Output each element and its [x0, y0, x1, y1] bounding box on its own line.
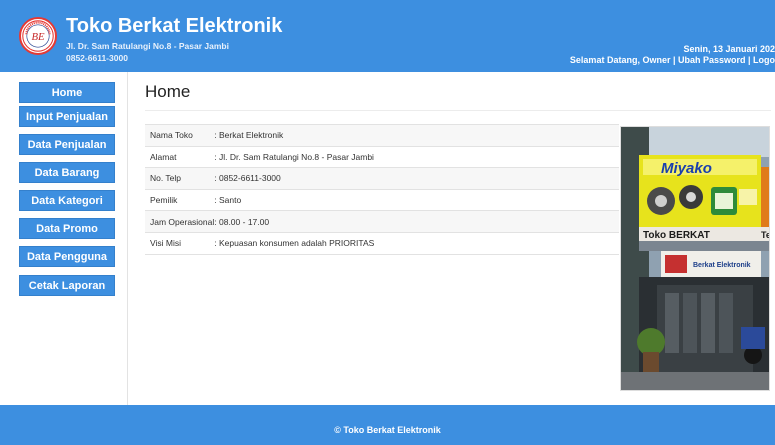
info-label: Visi Misi — [145, 231, 215, 255]
page-title: Home — [145, 82, 191, 101]
footer: © Toko Berkat Elektronik — [0, 405, 775, 445]
table-row: Alamat : Jl. Dr. Sam Ratulangi No.8 - Pa… — [145, 145, 619, 168]
title-divider — [145, 110, 771, 111]
photo-store-sign: Toko BERKAT — [643, 230, 710, 241]
current-date: Senin, 13 Januari 202 — [683, 44, 775, 54]
footer-copyright: © Toko Berkat Elektronik — [334, 425, 441, 435]
table-row: Visi Misi : Kepuasan konsumen adalah PRI… — [145, 231, 619, 255]
info-value: : Jl. Dr. Sam Ratulangi No.8 - Pasar Jam… — [214, 145, 619, 168]
sidebar: Home Input Penjualan Data Penjualan Data… — [0, 72, 128, 405]
sidebar-item-input-penjualan[interactable]: Input Penjualan — [19, 106, 115, 127]
photo-banner: Berkat Elektronik — [693, 262, 751, 269]
table-row: Jam Operasional : 08.00 - 17.00 — [145, 210, 619, 233]
info-label: No. Telp — [145, 167, 215, 190]
store-logo: BE — [19, 17, 57, 55]
store-photo: Miyako Toko BERKAT Te Berkat Elektronik — [620, 126, 770, 391]
photo-brand-sign: Miyako — [661, 160, 712, 177]
info-value: : 08.00 - 17.00 — [214, 210, 619, 233]
store-phone: 0852-6611-3000 — [66, 53, 128, 63]
sidebar-item-data-pengguna[interactable]: Data Pengguna — [19, 246, 115, 267]
store-name: Toko Berkat Elektronik — [66, 15, 283, 37]
store-info-table: Nama Toko : Berkat Elektronik Alamat : J… — [145, 124, 619, 255]
info-label: Alamat — [145, 145, 215, 168]
info-value: : Santo — [214, 188, 619, 211]
sidebar-item-cetak-laporan[interactable]: Cetak Laporan — [19, 275, 115, 296]
sidebar-item-data-promo[interactable]: Data Promo — [19, 218, 115, 239]
table-row: No. Telp : 0852-6611-3000 — [145, 167, 619, 190]
info-value: : 0852-6611-3000 — [214, 167, 619, 190]
photo-store-sign-suffix: Te — [761, 230, 770, 240]
sidebar-item-data-penjualan[interactable]: Data Penjualan — [19, 134, 115, 155]
sidebar-item-data-kategori[interactable]: Data Kategori — [19, 190, 115, 211]
sidebar-item-data-barang[interactable]: Data Barang — [19, 162, 115, 183]
info-value: : Berkat Elektronik — [214, 124, 619, 147]
info-label: Jam Operasional — [145, 210, 215, 233]
info-label: Pemilik — [145, 188, 215, 211]
store-address: Jl. Dr. Sam Ratulangi No.8 - Pasar Jambi — [66, 41, 229, 51]
info-value: : Kepuasan konsumen adalah PRIORITAS — [214, 231, 619, 255]
info-label: Nama Toko — [145, 124, 215, 147]
user-links[interactable]: Selamat Datang, Owner | Ubah Password | … — [570, 55, 775, 65]
sidebar-item-home[interactable]: Home — [19, 82, 115, 103]
logo-monogram: BE — [31, 31, 45, 43]
table-row: Nama Toko : Berkat Elektronik — [145, 124, 619, 147]
table-row: Pemilik : Santo — [145, 188, 619, 211]
top-header: BE Toko Berkat Elektronik Jl. Dr. Sam Ra… — [0, 0, 775, 72]
